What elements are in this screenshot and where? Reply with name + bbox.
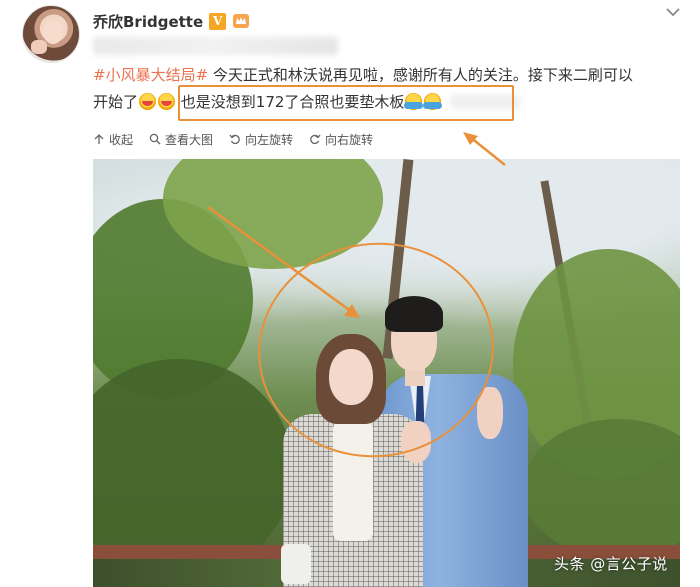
avatar-face <box>43 20 63 44</box>
user-header: 乔欣Bridgette V <box>93 10 250 32</box>
more-chevron-icon[interactable] <box>662 5 684 19</box>
view-large-button[interactable]: 查看大图 <box>149 131 213 148</box>
rotate-right-button[interactable]: 向右旋转 <box>309 131 373 148</box>
avatar-hand <box>31 40 47 54</box>
rotate-left-icon <box>229 134 240 145</box>
verified-badge: V <box>209 12 227 30</box>
post-text-line2: 开始了 <box>93 93 139 111</box>
avatar[interactable] <box>22 5 80 63</box>
view-large-label: 查看大图 <box>165 132 214 147</box>
rotate-left-button[interactable]: 向左旋转 <box>229 131 293 148</box>
watermark: 头条 @言公子说 <box>554 555 668 573</box>
rotate-right-label: 向右旋转 <box>325 132 374 147</box>
weibo-post: 乔欣Bridgette V #小风暴大结局# 今天正式和林沃说再见啦，感谢所有人… <box>0 0 700 587</box>
collapse-button[interactable]: 收起 <box>93 131 133 148</box>
collapse-label: 收起 <box>109 132 134 147</box>
blurred-post-meta <box>93 37 338 55</box>
crying-emoji-icon <box>139 93 157 110</box>
rotate-left-label: 向左旋转 <box>245 132 294 147</box>
image-toolbar: 收起 查看大图 向左旋转 向右旋转 <box>93 128 373 150</box>
rotate-right-icon <box>310 134 321 145</box>
crown-icon <box>232 13 250 30</box>
post-photo[interactable] <box>93 159 680 587</box>
collapse-arrow-icon <box>94 134 104 144</box>
post-text-line1: 今天正式和林沃说再见啦，感谢所有人的关注。接下来二刷可以 <box>208 66 633 84</box>
username[interactable]: 乔欣Bridgette <box>93 11 203 32</box>
magnify-icon <box>149 133 161 145</box>
crying-emoji-icon <box>158 93 176 110</box>
text-highlight-annotation <box>178 85 514 121</box>
hashtag-link[interactable]: #小风暴大结局# <box>93 66 208 84</box>
handbag <box>281 544 311 584</box>
